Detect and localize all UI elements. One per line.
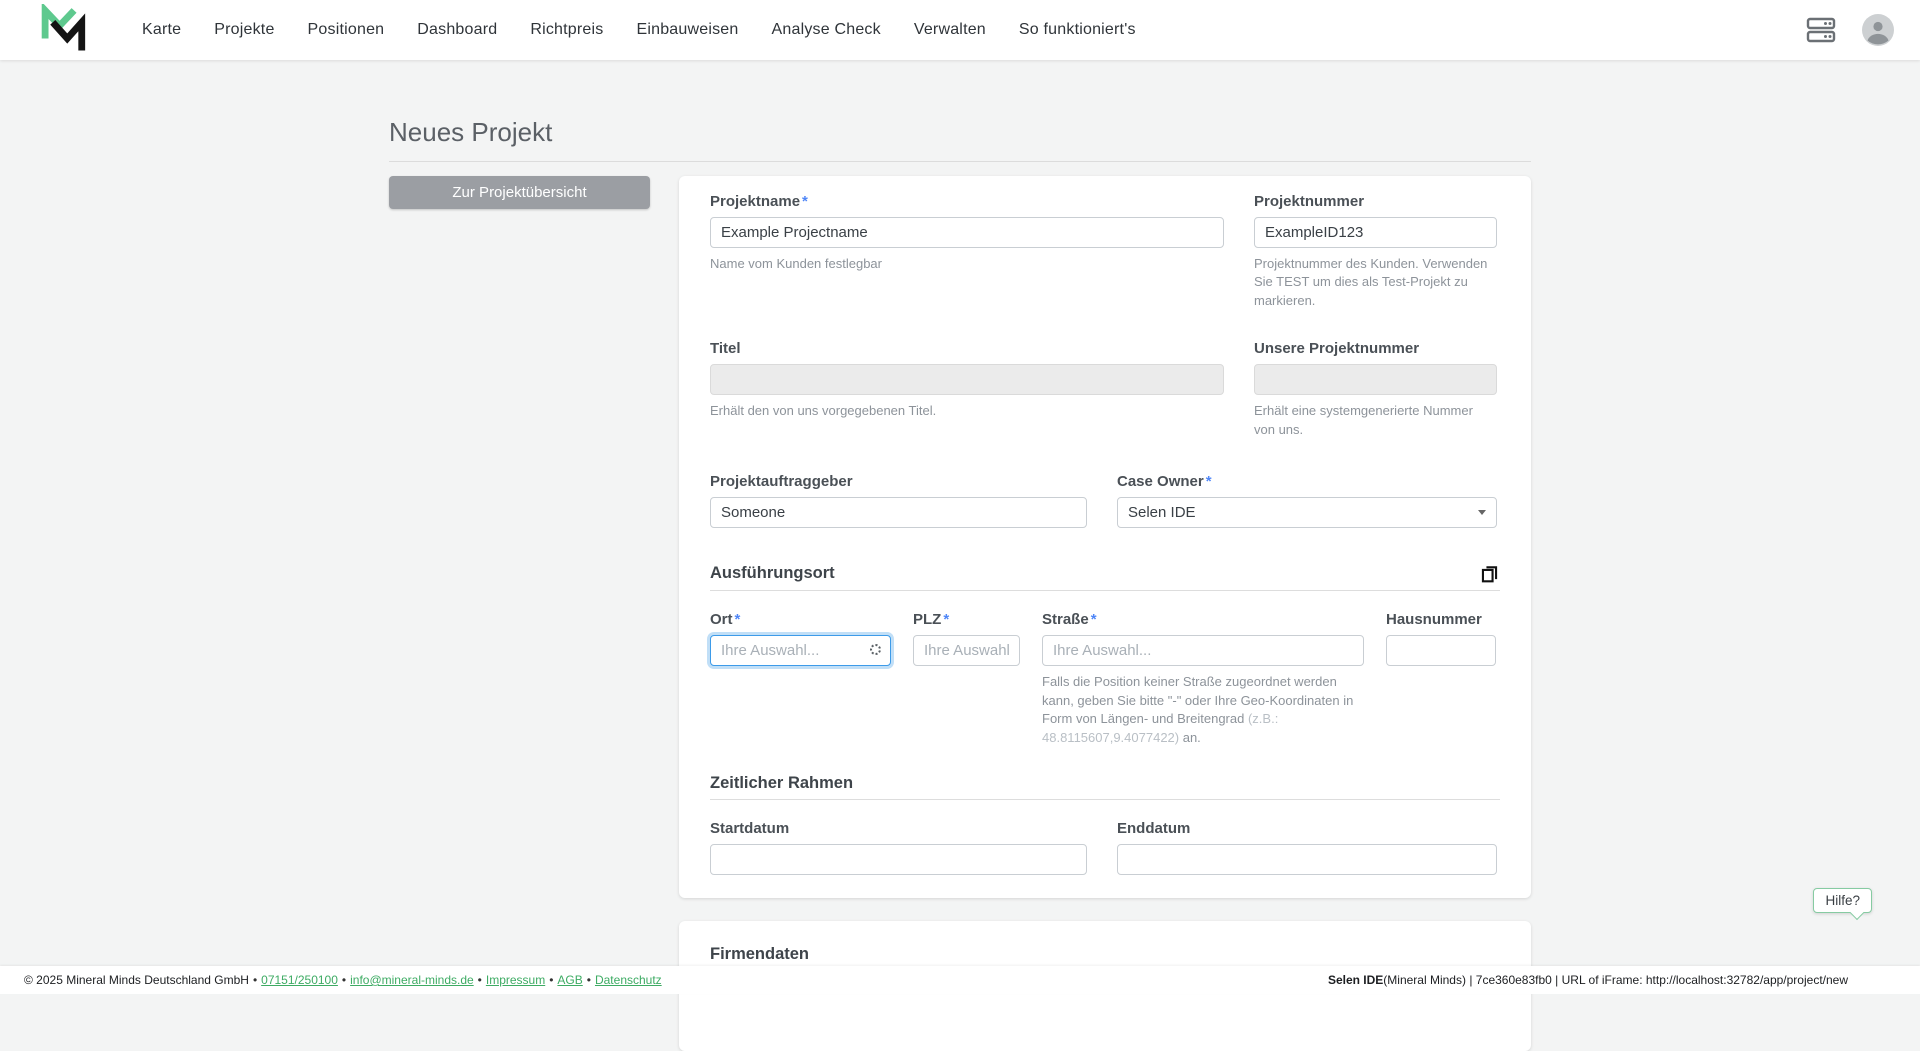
zeitlicher-rahmen-heading: Zeitlicher Rahmen xyxy=(710,774,853,793)
strasse-input[interactable] xyxy=(1042,635,1364,666)
required-asterisk: * xyxy=(943,611,949,628)
projektnummer-helper: Projektnummer des Kunden. Verwenden Sie … xyxy=(1254,255,1497,310)
strasse-label: Straße* xyxy=(1042,611,1364,628)
session-user: Selen IDE xyxy=(1328,973,1383,987)
nav-analyse-check[interactable]: Analyse Check xyxy=(772,21,881,39)
hausnummer-label: Hausnummer xyxy=(1386,611,1496,628)
ausfuehrungsort-section-header: Ausführungsort xyxy=(710,562,1500,591)
help-button-label: Hilfe? xyxy=(1825,893,1860,908)
nav-karte[interactable]: Karte xyxy=(142,21,181,39)
help-bubble-tail xyxy=(1850,906,1864,920)
projektauftraggeber-input[interactable] xyxy=(710,497,1087,528)
strasse-helper: Falls die Position keiner Straße zugeord… xyxy=(1042,673,1364,747)
plz-input[interactable] xyxy=(913,635,1020,666)
projektnummer-label: Projektnummer xyxy=(1254,193,1497,210)
required-asterisk: * xyxy=(802,193,808,210)
nav-einbauweisen[interactable]: Einbauweisen xyxy=(636,21,738,39)
ort-input[interactable] xyxy=(710,635,891,666)
footer-session-info: Selen IDE (Mineral Minds) | 7ce360e83fb0… xyxy=(1328,973,1848,987)
projektauftraggeber-label: Projektauftraggeber xyxy=(710,473,1087,490)
chevron-down-icon xyxy=(1478,510,1486,515)
title-divider xyxy=(389,161,1531,162)
main-nav: Karte Projekte Positionen Dashboard Rich… xyxy=(142,21,1136,39)
case-owner-label: Case Owner* xyxy=(1117,473,1497,490)
nav-so-funktionierts[interactable]: So funktioniert's xyxy=(1019,21,1136,39)
titel-helper: Erhält den von uns vorgegebenen Titel. xyxy=(710,402,1224,420)
projektnummer-input[interactable] xyxy=(1254,217,1497,248)
footer-left: © 2025 Mineral Minds Deutschland GmbH • … xyxy=(24,973,662,987)
titel-label: Titel xyxy=(710,340,1224,357)
copy-icon[interactable] xyxy=(1479,562,1500,584)
case-owner-select[interactable]: Selen IDE xyxy=(1117,497,1497,528)
projektname-helper: Name vom Kunden festlegbar xyxy=(710,255,1224,273)
user-avatar-icon[interactable] xyxy=(1862,14,1894,46)
footer-link-datenschutz[interactable]: Datenschutz xyxy=(595,973,662,987)
hausnummer-input[interactable] xyxy=(1386,635,1496,666)
top-nav-bar: Karte Projekte Positionen Dashboard Rich… xyxy=(0,0,1920,60)
required-asterisk: * xyxy=(1091,611,1097,628)
mineral-minds-logo[interactable] xyxy=(40,4,86,56)
footer-link-email[interactable]: info@mineral-minds.de xyxy=(350,973,474,987)
zeitlicher-rahmen-section-header: Zeitlicher Rahmen xyxy=(710,774,1500,800)
projektname-input[interactable] xyxy=(710,217,1224,248)
session-details: (Mineral Minds) | 7ce360e83fb0 | URL of … xyxy=(1383,973,1848,987)
ort-label: Ort* xyxy=(710,611,891,628)
nav-richtpreis[interactable]: Richtpreis xyxy=(530,21,603,39)
footer: © 2025 Mineral Minds Deutschland GmbH • … xyxy=(0,966,1920,994)
nav-projekte[interactable]: Projekte xyxy=(214,21,274,39)
loading-spinner-icon xyxy=(870,644,881,655)
page-content: Neues Projekt Zur Projektübersicht Proje… xyxy=(389,60,1531,1051)
new-project-form-card: Projektname* Name vom Kunden festlegbar … xyxy=(679,176,1531,898)
help-button[interactable]: Hilfe? xyxy=(1813,888,1872,913)
nav-positionen[interactable]: Positionen xyxy=(308,21,385,39)
startdatum-label: Startdatum xyxy=(710,820,1087,837)
unsere-projektnummer-helper: Erhält eine systemgenerierte Nummer von … xyxy=(1254,402,1497,439)
page-title: Neues Projekt xyxy=(389,117,1531,148)
nav-verwalten[interactable]: Verwalten xyxy=(914,21,986,39)
ausfuehrungsort-heading: Ausführungsort xyxy=(710,564,835,583)
enddatum-label: Enddatum xyxy=(1117,820,1497,837)
case-owner-selected-value: Selen IDE xyxy=(1128,504,1196,521)
footer-link-agb[interactable]: AGB xyxy=(557,973,582,987)
header-icons xyxy=(1806,14,1894,46)
plz-label: PLZ* xyxy=(913,611,1020,628)
titel-input xyxy=(710,364,1224,395)
required-asterisk: * xyxy=(735,611,741,628)
server-icon[interactable] xyxy=(1806,17,1836,43)
unsere-projektnummer-label: Unsere Projektnummer xyxy=(1254,340,1497,357)
enddatum-input[interactable] xyxy=(1117,844,1497,875)
unsere-projektnummer-input xyxy=(1254,364,1497,395)
required-asterisk: * xyxy=(1206,473,1212,490)
startdatum-input[interactable] xyxy=(710,844,1087,875)
footer-link-impressum[interactable]: Impressum xyxy=(486,973,545,987)
back-to-project-overview-button[interactable]: Zur Projektübersicht xyxy=(389,176,650,209)
logo-icon xyxy=(40,4,86,56)
nav-dashboard[interactable]: Dashboard xyxy=(417,21,497,39)
footer-link-phone[interactable]: 07151/250100 xyxy=(261,973,338,987)
firmendaten-heading: Firmendaten xyxy=(710,945,809,964)
projektname-label: Projektname* xyxy=(710,193,1224,210)
copyright-text: © 2025 Mineral Minds Deutschland GmbH xyxy=(24,973,249,987)
